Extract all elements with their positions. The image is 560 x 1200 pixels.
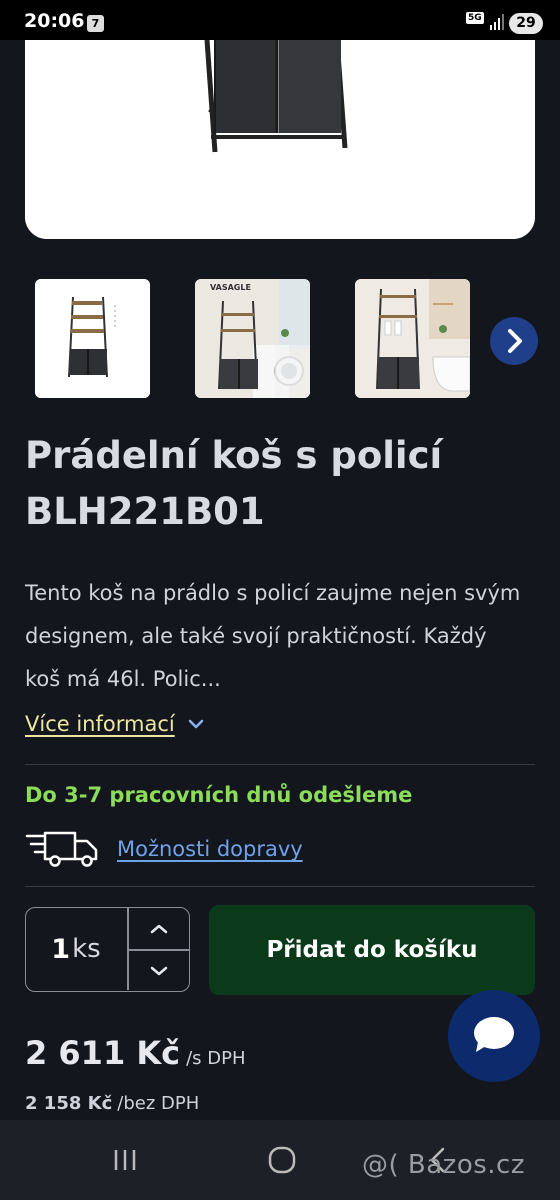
status-bar: 20:06 7 5G 29 [0,0,560,40]
vasagle-logo: VASAGLE [210,283,251,292]
chevron-down-icon [150,966,168,976]
signal-icon [490,14,504,30]
thumbnails-next-button[interactable] [490,317,538,365]
recent-apps-button[interactable] [105,1140,145,1180]
thumbnail-3[interactable] [355,279,470,398]
battery-indicator: 29 [509,13,543,34]
more-info-toggle[interactable]: Více informací [25,712,205,736]
bathroom-tub-scene-thumb [355,279,470,398]
quantity-unit: ks [72,934,101,964]
price-with-vat-value: 2 611 Kč [25,1034,181,1072]
product-description: Tento koš na prádlo s policí zaujme neje… [25,581,521,691]
add-to-cart-button[interactable]: Přidat do košíku [209,905,535,995]
product-title: Prádelní koš s policí BLH221B01 [25,434,443,533]
price-without-vat-value: 2 158 Kč [25,1093,113,1114]
home-button[interactable] [262,1140,302,1180]
shelf-product-thumb [35,279,150,398]
price-without-vat-suffix: /bez DPH [117,1093,200,1114]
thumbnail-2[interactable]: VASAGLE [195,279,310,398]
product-main-image[interactable] [25,40,535,239]
delivery-truck-icon [25,831,98,867]
delivery-options[interactable]: Možnosti dopravy [25,830,303,868]
quantity-stepper[interactable]: 1 ks [25,907,190,992]
quantity-decrease-button[interactable] [129,951,189,991]
bazos-watermark: @( Bazos.cz [362,1150,525,1180]
chat-button[interactable] [448,990,540,1082]
price-with-vat-suffix: /s DPH [186,1048,246,1069]
dispatch-info: Do 3-7 pracovních dnů odešleme [25,783,413,807]
chat-bubble-icon [474,1017,514,1052]
home-icon [268,1146,296,1174]
network-type: 5G [466,12,484,24]
quantity-increase-button[interactable] [129,909,189,949]
laundry-shelf-image [25,40,535,239]
chevron-up-icon [150,924,168,934]
more-info-link[interactable]: Více informací [25,712,175,736]
price-with-vat: 2 611 Kč /s DPH [25,1034,246,1072]
chevron-right-icon [508,329,522,353]
thumbnail-1[interactable] [35,279,150,398]
divider [25,764,535,765]
quantity-field[interactable]: 1 ks [26,908,126,990]
recent-apps-icon [114,1150,136,1170]
status-time: 20:06 [24,10,85,32]
delivery-options-link[interactable]: Možnosti dopravy [117,837,303,861]
chevron-down-icon [188,719,203,729]
notification-badge: 7 [87,15,104,32]
bathroom-scene-thumb [195,279,310,398]
divider [25,886,535,887]
price-without-vat: 2 158 Kč /bez DPH [25,1093,199,1114]
quantity-value: 1 [51,933,71,965]
